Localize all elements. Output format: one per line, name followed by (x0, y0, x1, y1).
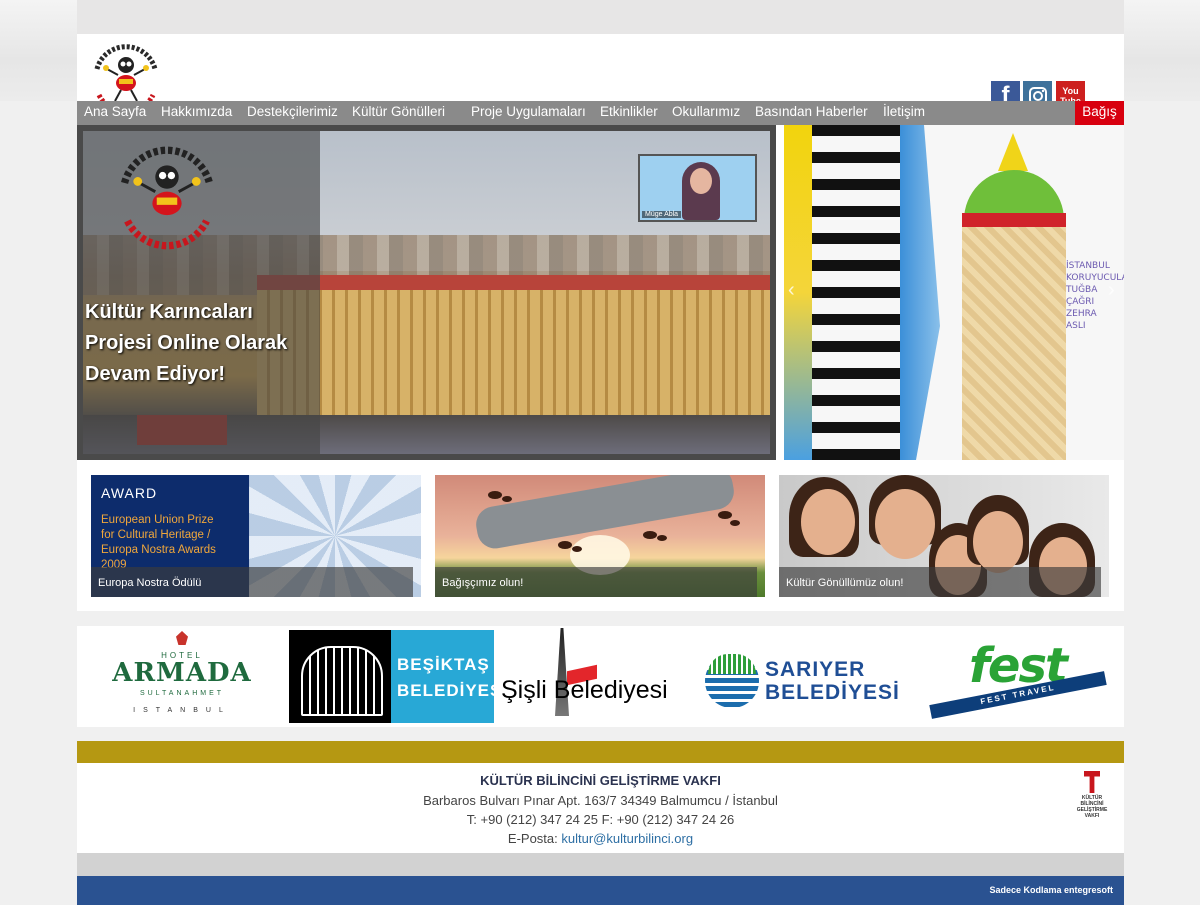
award-text-line: for Cultural Heritage / (101, 529, 211, 541)
sponsor-sariyer-logo[interactable]: SARIYER BELEDİYESİ (705, 646, 915, 716)
sponsor-fest-logo[interactable]: fest FEST TRAVEL (929, 638, 1109, 719)
bottom-bar: Sadece Kodlama entegresoft (77, 876, 1124, 905)
drawing-text-line: ASLI (1066, 321, 1086, 331)
sponsor-besiktas-logo[interactable]: BEŞİKTAŞ BELEDİYESİ (289, 630, 509, 723)
besiktas-text: BEŞİKTAŞ BELEDİYESİ (391, 630, 509, 723)
video-face (690, 168, 712, 194)
footer-email-line: E-Posta: kultur@kulturbilinci.org (77, 831, 1124, 846)
headline-line-1: Kültür Karıncaları (85, 301, 253, 323)
nav-item-press[interactable]: Basından Haberler (755, 101, 868, 125)
footer-logo[interactable]: KÜLTÜR BİLİNCİNİ GELİŞTİRME VAKFI (1072, 771, 1112, 831)
drawing-zebra (812, 125, 900, 460)
drawing-tower-cone (998, 133, 1028, 171)
nav-item-supporters[interactable]: Destekçilerimiz (247, 101, 338, 125)
headline-line-3: Devam Ediyor! (85, 363, 226, 385)
nav-item-schools[interactable]: Okullarımız (672, 101, 740, 125)
award-title: AWARD (101, 485, 158, 501)
award-text: European Union Prize for Cultural Herita… (101, 513, 216, 573)
youtube-top-text: You (1062, 85, 1079, 96)
person-face (973, 511, 1023, 573)
footer-logo-line: VAKFI (1084, 813, 1100, 819)
slide-main[interactable]: Kültür Karıncaları Projesi Online Olarak… (77, 125, 776, 460)
footer-phone: T: +90 (212) 347 24 25 F: +90 (212) 347 … (466, 812, 735, 827)
besiktas-line-2: BELEDİYESİ (397, 681, 509, 700)
sponsor-sisli-logo[interactable]: Şişli Belediyesi (497, 628, 702, 723)
footer-org-name: KÜLTÜR BİLİNCİNİ GELİŞTİRME VAKFI (480, 773, 721, 788)
video-call-thumbnail: Müge Abla (638, 154, 757, 222)
sisli-text: Şişli Belediyesi (501, 676, 668, 704)
drawing-text-line: TUĞBA (1066, 285, 1098, 295)
hero-slider: Kültür Karıncaları Projesi Online Olarak… (77, 125, 1124, 460)
armada-sub: SULTANAHMET (139, 690, 225, 697)
headline-line-2: Projesi Online Olarak (85, 332, 288, 354)
drawing-text-line: ÇAĞRI (1066, 297, 1095, 307)
slide-side[interactable]: İSTANBUL KORUYUCULARI TUĞBA ÇAĞRI ZEHRA … (784, 125, 1124, 460)
footer-logo-text: KÜLTÜR BİLİNCİNİ GELİŞTİRME VAKFI (1072, 795, 1112, 819)
sariyer-emblem-icon (705, 654, 759, 708)
slide-headline: Kültür Karıncaları Projesi Online Olarak… (85, 297, 325, 390)
main-nav: Ana Sayfa Hakkımızda Destekçilerimiz Kül… (77, 101, 1124, 125)
sariyer-line-2: BELEDİYESİ (765, 681, 900, 704)
nav-item-about[interactable]: Hakkımızda (161, 101, 232, 125)
nav-item-volunteers[interactable]: Kültür Gönülleri (352, 101, 445, 125)
footer-credit[interactable]: Sadece Kodlama entegresoft (989, 885, 1113, 895)
site-footer: KÜLTÜR BİLİNCİNİ GELİŞTİRME VAKFI Barbar… (77, 763, 1124, 853)
sariyer-line-1: SARIYER (765, 658, 866, 681)
card-caption: Kültür Gönüllümüz olun! (786, 577, 904, 589)
footer-address: Barbaros Bulvarı Pınar Apt. 163/7 34349 … (423, 793, 778, 808)
person-face (875, 489, 935, 559)
gray-divider (77, 853, 1124, 876)
besiktas-building-icon (289, 630, 391, 723)
award-text-line: Europa Nostra Awards (101, 544, 216, 556)
nav-donate-button[interactable]: Bağış (1075, 101, 1124, 125)
drawing-text-line: ZEHRA (1066, 309, 1097, 319)
armada-city: ISTANBUL (133, 707, 231, 714)
drawing-tower-band (962, 213, 1066, 227)
drawing-tower (962, 225, 1066, 460)
sariyer-text: SARIYER BELEDİYESİ (765, 658, 900, 704)
slider-next-icon[interactable]: › (1108, 279, 1115, 302)
video-name: Müge Abla (642, 211, 682, 218)
nav-item-events[interactable]: Etkinlikler (600, 101, 658, 125)
footer-email-link[interactable]: kultur@kulturbilinci.org (561, 831, 693, 846)
card-volunteer[interactable]: Kültür Gönüllümüz olun! (779, 475, 1109, 597)
sponsor-armada-logo[interactable]: HOTEL ARMADA SULTANAHMET ISTANBUL (107, 631, 257, 723)
nav-item-home[interactable]: Ana Sayfa (84, 101, 146, 125)
award-text-line: European Union Prize (101, 514, 214, 526)
slider-prev-icon[interactable]: ‹ (788, 279, 795, 302)
gold-divider (77, 741, 1124, 763)
top-strip (77, 0, 1124, 34)
card-award[interactable]: AWARD European Union Prize for Cultural … (91, 475, 421, 597)
besiktas-line-1: BEŞİKTAŞ (397, 655, 490, 674)
card-donate[interactable]: Bağışçımız olun! (435, 475, 765, 597)
drawing-text: İSTANBUL KORUYUCULARI TUĞBA ÇAĞRI ZEHRA … (1066, 260, 1124, 332)
foundation-mark-icon (1084, 771, 1100, 793)
sponsor-strip: HOTEL ARMADA SULTANAHMET ISTANBUL BEŞİKT… (77, 626, 1124, 727)
nav-item-projects[interactable]: Proje Uygulamaları (471, 101, 586, 125)
page-wrapper: f You Tube Ana Sayfa Hakkımızda Destekçi… (77, 0, 1124, 905)
person-face (801, 489, 855, 555)
drawing-blue (900, 125, 940, 460)
crown-icon (176, 631, 188, 645)
footer-email-label: E-Posta: (507, 831, 562, 846)
nav-item-contact[interactable]: İletişim (883, 101, 925, 125)
card-caption: Bağışçımız olun! (442, 577, 524, 589)
card-caption: Europa Nostra Ödülü (98, 577, 202, 589)
drawing-text-line: KORUYUCULARI (1066, 273, 1124, 283)
armada-name: ARMADA (112, 658, 252, 688)
drawing-text-line: İSTANBUL (1066, 261, 1110, 271)
feature-cards: AWARD European Union Prize for Cultural … (77, 460, 1124, 611)
site-header: f You Tube (77, 34, 1124, 119)
